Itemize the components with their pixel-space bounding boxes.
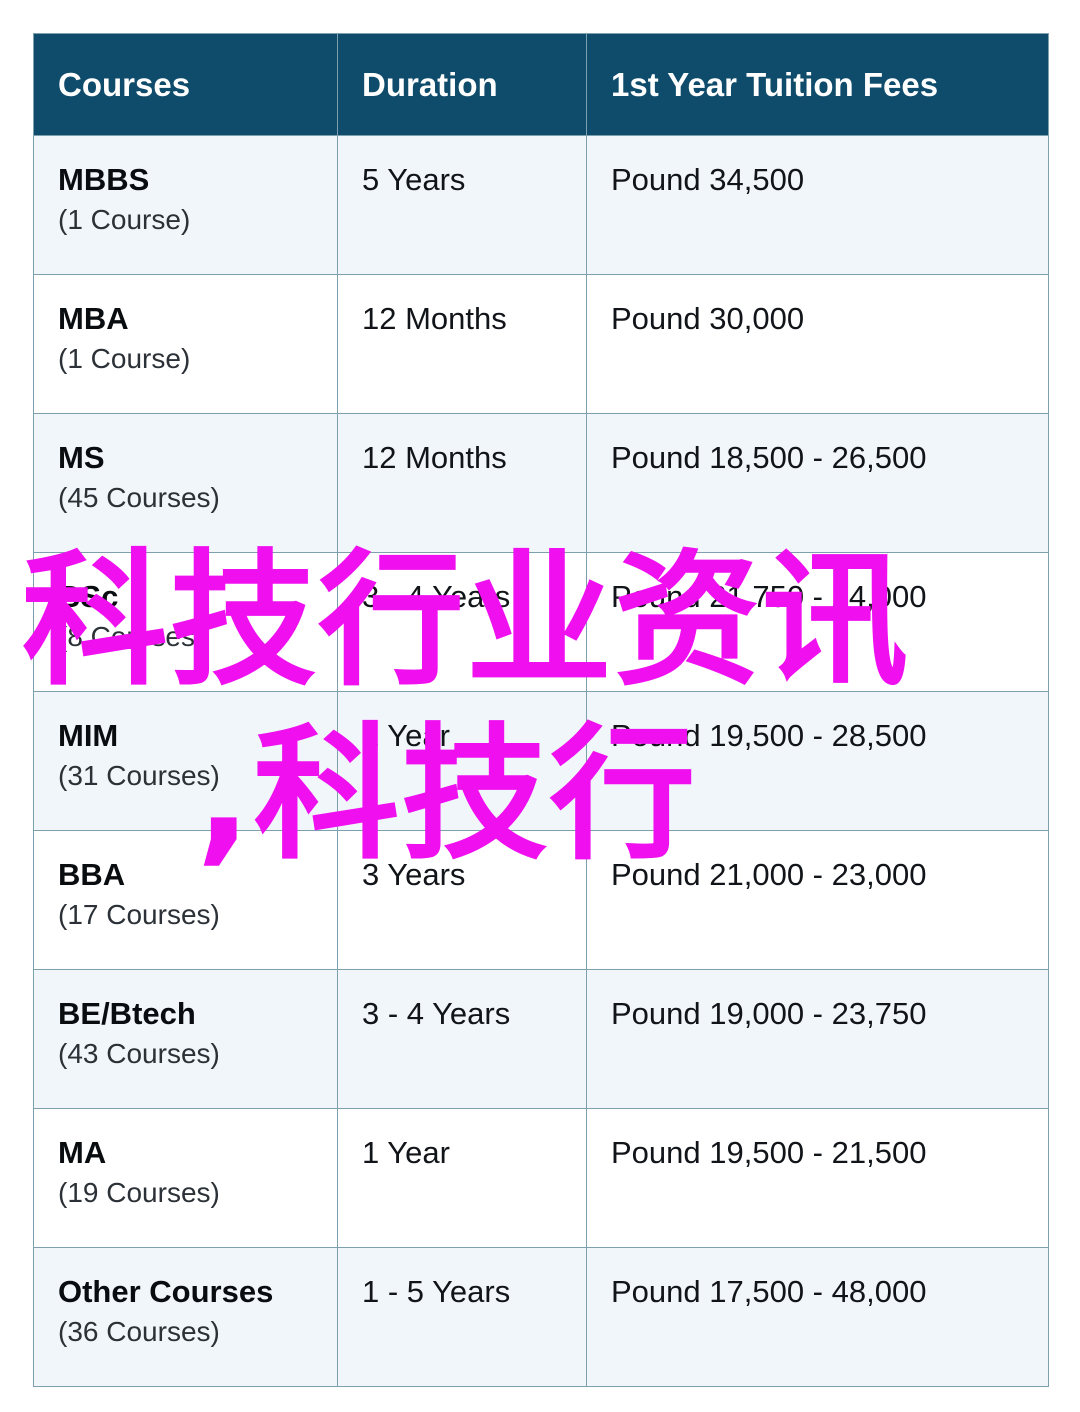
- course-count: (8 Courses): [58, 620, 205, 652]
- table-row: MBBS (1 Course) 5 Years Pound 34,500: [33, 135, 1049, 275]
- table-header-row: Courses Duration 1st Year Tuition Fees: [33, 33, 1049, 136]
- table-row: Other Courses (36 Courses) 1 - 5 Years Poun…: [33, 1247, 1049, 1387]
- table-row: BBA (17 Courses) 3 Years Pound 21,000 - 23,…: [33, 830, 1049, 970]
- course-count: (1 Course): [58, 342, 191, 374]
- course-name: MS: [58, 440, 105, 475]
- table-row: MS (45 Courses) 12 Months Pound 18,500 - 26…: [33, 413, 1049, 553]
- course-name: Other Courses: [58, 1274, 274, 1309]
- course-name: MBBS: [58, 162, 150, 197]
- duration-value: 1 Year: [362, 718, 450, 753]
- column-header-courses: Courses: [33, 33, 338, 136]
- course-count: (31 Courses): [58, 759, 220, 791]
- cell-fees: Pound 18,500 - 26,500: [586, 413, 1049, 553]
- table-body: MBBS (1 Course) 5 Years Pound 34,500 MBA (1 C…: [33, 135, 1049, 1387]
- fees-value: Pound 34,500: [611, 162, 805, 197]
- duration-value: 1 Year: [362, 1135, 450, 1170]
- course-name: BBA: [58, 857, 126, 892]
- table-header: Courses Duration 1st Year Tuition Fees: [33, 33, 1049, 136]
- duration-value: 12 Months: [362, 440, 507, 475]
- course-fees-table-container: Courses Duration 1st Year Tuition Fees M…: [33, 33, 1049, 1387]
- table-row: MIM (31 Courses) 1 Year Pound 19,500 - 28,5…: [33, 691, 1049, 831]
- column-header-fees: 1st Year Tuition Fees: [586, 33, 1049, 136]
- fees-value: Pound 19,500 - 21,500: [611, 1135, 927, 1170]
- table-row: MBA (1 Course) 12 Months Pound 30,000: [33, 274, 1049, 414]
- cell-course: MBBS (1 Course): [33, 135, 338, 275]
- cell-duration: 5 Years: [337, 135, 587, 275]
- cell-fees: Pound 21,000 - 23,000: [586, 830, 1049, 970]
- cell-course: BE/Btech (43 Courses): [33, 969, 338, 1109]
- cell-fees: Pound 30,000: [586, 274, 1049, 414]
- table-row: BE/Btech (43 Courses) 3 - 4 Years Pound 19,…: [33, 969, 1049, 1109]
- table-row: BSc (8 Courses) 3 - 4 Years Pound 21,750 - …: [33, 552, 1049, 692]
- fees-value: Pound 21,000 - 23,000: [611, 857, 927, 892]
- cell-fees: Pound 17,500 - 48,000: [586, 1247, 1049, 1387]
- course-fees-table: Courses Duration 1st Year Tuition Fees M…: [33, 33, 1049, 1387]
- column-header-duration: Duration: [337, 33, 587, 136]
- duration-value: 5 Years: [362, 162, 466, 197]
- cell-fees: Pound 21,750 - 24,000: [586, 552, 1049, 692]
- cell-fees: Pound 19,000 - 23,750: [586, 969, 1049, 1109]
- fees-value: Pound 21,750 - 24,000: [611, 579, 927, 614]
- course-count: (1 Course): [58, 203, 191, 235]
- cell-course: BSc (8 Courses): [33, 552, 338, 692]
- cell-duration: 3 Years: [337, 830, 587, 970]
- fees-value: Pound 30,000: [611, 301, 805, 336]
- fees-value: Pound 19,000 - 23,750: [611, 996, 927, 1031]
- course-name: MBA: [58, 301, 129, 336]
- cell-course: Other Courses (36 Courses): [33, 1247, 338, 1387]
- cell-duration: 3 - 4 Years: [337, 552, 587, 692]
- cell-duration: 12 Months: [337, 274, 587, 414]
- table-row: MA (19 Courses) 1 Year Pound 19,500 - 21,50…: [33, 1108, 1049, 1248]
- cell-fees: Pound 19,500 - 21,500: [586, 1108, 1049, 1248]
- fees-value: Pound 17,500 - 48,000: [611, 1274, 927, 1309]
- cell-duration: 3 - 4 Years: [337, 969, 587, 1109]
- fees-value: Pound 18,500 - 26,500: [611, 440, 927, 475]
- course-count: (19 Courses): [58, 1176, 220, 1208]
- cell-course: MA (19 Courses): [33, 1108, 338, 1248]
- cell-duration: 12 Months: [337, 413, 587, 553]
- course-name: MIM: [58, 718, 119, 753]
- duration-value: 3 - 4 Years: [362, 579, 511, 614]
- course-name: MA: [58, 1135, 107, 1170]
- duration-value: 3 Years: [362, 857, 466, 892]
- cell-course: BBA (17 Courses): [33, 830, 338, 970]
- cell-fees: Pound 34,500: [586, 135, 1049, 275]
- page-root: Courses Duration 1st Year Tuition Fees M…: [0, 0, 1080, 1412]
- course-name: BE/Btech: [58, 996, 196, 1031]
- duration-value: 12 Months: [362, 301, 507, 336]
- fees-value: Pound 19,500 - 28,500: [611, 718, 927, 753]
- cell-course: MBA (1 Course): [33, 274, 338, 414]
- cell-fees: Pound 19,500 - 28,500: [586, 691, 1049, 831]
- duration-value: 3 - 4 Years: [362, 996, 511, 1031]
- course-count: (45 Courses): [58, 481, 220, 513]
- cell-course: MIM (31 Courses): [33, 691, 338, 831]
- cell-duration: 1 Year: [337, 1108, 587, 1248]
- cell-duration: 1 - 5 Years: [337, 1247, 587, 1387]
- course-count: (36 Courses): [58, 1315, 220, 1347]
- cell-course: MS (45 Courses): [33, 413, 338, 553]
- course-count: (43 Courses): [58, 1037, 220, 1069]
- course-count: (17 Courses): [58, 898, 220, 930]
- course-name: BSc: [58, 579, 119, 614]
- duration-value: 1 - 5 Years: [362, 1274, 511, 1309]
- cell-duration: 1 Year: [337, 691, 587, 831]
